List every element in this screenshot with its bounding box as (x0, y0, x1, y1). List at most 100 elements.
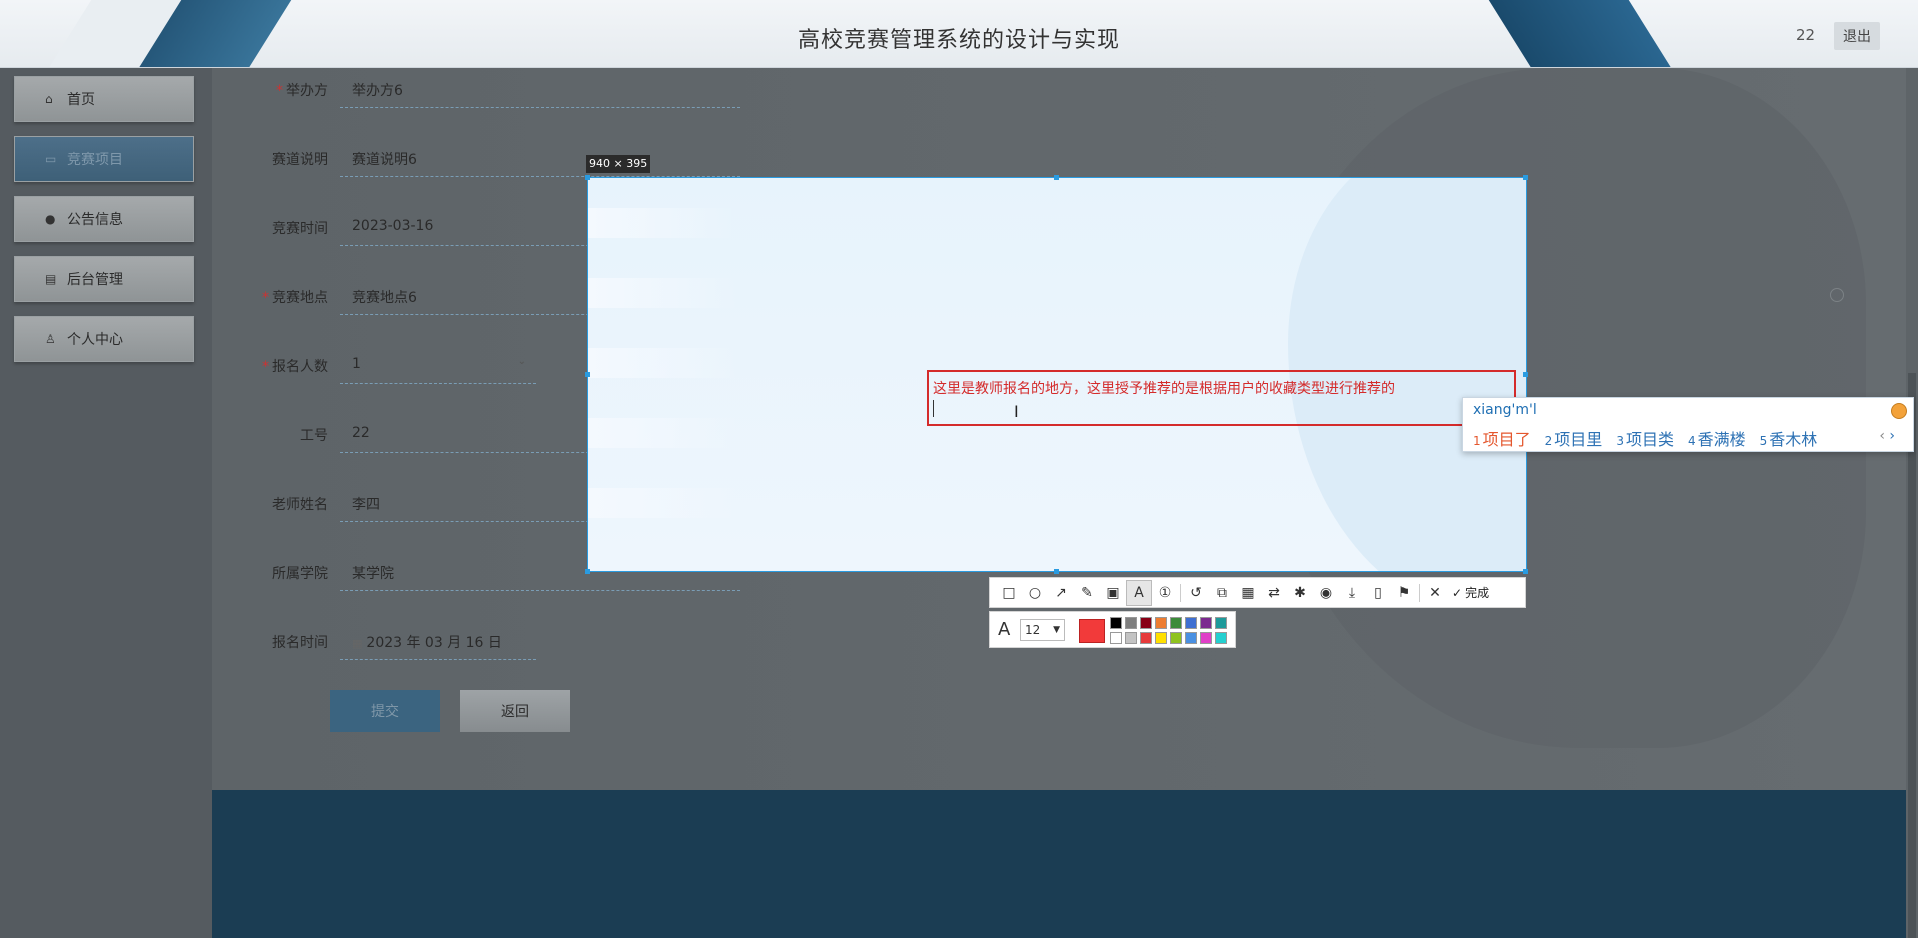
selection-size-label: 940 × 395 (586, 155, 651, 173)
ocr-icon[interactable]: ▦ (1235, 580, 1261, 606)
font-icon: A (998, 619, 1011, 640)
color-swatch[interactable] (1185, 617, 1197, 629)
resize-handle[interactable] (1523, 175, 1528, 180)
ime-candidate[interactable]: 5 香木林 (1760, 426, 1818, 450)
calendar-icon: ▦ (352, 637, 363, 650)
ime-candidate-window: xiang'm'l 1 项目了 2 项目里 3 项目类 4 香满楼 5 香木林 ‹ › (1462, 397, 1914, 452)
sidebar-item-announcements[interactable]: ● 公告信息 (14, 196, 194, 242)
field-label: 报名时间 (272, 635, 328, 651)
check-icon: ✓ (1452, 585, 1463, 600)
color-swatch[interactable] (1170, 632, 1182, 644)
color-swatch[interactable] (1110, 617, 1122, 629)
color-swatch[interactable] (1125, 632, 1137, 644)
color-swatch[interactable] (1110, 632, 1122, 644)
sidebar-item-profile[interactable]: ♙ 个人中心 (14, 316, 194, 362)
ime-candidate[interactable]: 3 项目类 (1616, 426, 1674, 450)
background-decoration (588, 418, 738, 448)
chevron-left-icon[interactable]: ‹ (1879, 428, 1885, 444)
briefcase-icon: ▭ (45, 152, 57, 166)
calendar-icon: ▤ (45, 272, 57, 286)
signup-count-select[interactable]: 1 ⌄ (340, 346, 536, 384)
date-value: 2023 年 03 月 16 日 (366, 635, 502, 651)
resize-handle[interactable] (585, 372, 590, 377)
scrollbar[interactable] (1906, 68, 1918, 938)
ibeam-cursor-icon: I (1014, 402, 1019, 421)
ime-candidate[interactable]: 2 项目里 (1545, 426, 1603, 450)
signup-time-input[interactable]: ▦ 2023 年 03 月 16 日 (340, 622, 536, 660)
sidebar-item-home[interactable]: ⌂ 首页 (14, 76, 194, 122)
ime-candidates: 1 项目了 2 项目里 3 项目类 4 香满楼 5 香木林 (1473, 426, 1817, 450)
sidebar-item-label: 后台管理 (67, 272, 123, 288)
bookmark-icon[interactable]: ⚑ (1391, 580, 1417, 606)
resize-handle[interactable] (1054, 175, 1059, 180)
color-swatch[interactable] (1140, 617, 1152, 629)
resize-handle[interactable] (1523, 569, 1528, 574)
field-label: 老师姓名 (272, 497, 328, 513)
capture-toolbar: □ ○ ↗ ✎ ▣ A ① ↺ ⧉ ▦ ⇄ ✱ ◉ ⤓ ▯ ⚑ ✕ ✓ 完成 (989, 577, 1526, 608)
ime-candidate[interactable]: 1 项目了 (1473, 426, 1531, 450)
pin-icon[interactable]: ✱ (1287, 580, 1313, 606)
scrollbar-thumb[interactable] (1908, 373, 1916, 938)
undo-icon[interactable]: ↺ (1183, 580, 1209, 606)
ime-logo-icon[interactable] (1891, 403, 1907, 419)
arrow-tool-icon[interactable]: ↗ (1048, 580, 1074, 606)
long-capture-icon[interactable]: ⧉ (1209, 580, 1235, 606)
ellipse-tool-icon[interactable]: ○ (1022, 580, 1048, 606)
translate-icon[interactable]: ⇄ (1261, 580, 1287, 606)
color-swatch[interactable] (1215, 632, 1227, 644)
color-swatch[interactable] (1170, 617, 1182, 629)
color-palette (1110, 617, 1227, 644)
sidebar-item-label: 首页 (67, 92, 95, 108)
clear-icon[interactable] (1830, 288, 1844, 302)
top-header: 高校竞赛管理系统的设计与实现 22 退出 (0, 0, 1918, 68)
logout-button[interactable]: 退出 (1834, 22, 1880, 50)
color-swatch[interactable] (1155, 617, 1167, 629)
sidebar-item-admin[interactable]: ▤ 后台管理 (14, 256, 194, 302)
color-swatch[interactable] (1215, 617, 1227, 629)
ime-composition: xiang'm'l (1473, 402, 1537, 418)
close-icon[interactable]: ✕ (1422, 580, 1448, 606)
sidebar-item-competitions[interactable]: ▭ 竞赛项目 (14, 136, 194, 182)
color-swatch[interactable] (1125, 617, 1137, 629)
resize-handle[interactable] (585, 175, 590, 180)
resize-handle[interactable] (1054, 569, 1059, 574)
phone-icon[interactable]: ▯ (1365, 580, 1391, 606)
ime-candidate[interactable]: 4 香满楼 (1688, 426, 1746, 450)
track-desc-input[interactable]: 赛道说明6 (340, 139, 740, 177)
back-button[interactable]: 返回 (460, 690, 570, 732)
record-icon[interactable]: ◉ (1313, 580, 1339, 606)
home-icon: ⌂ (45, 92, 53, 106)
mosaic-tool-icon[interactable]: ▣ (1100, 580, 1126, 606)
number-tool-icon[interactable]: ① (1152, 580, 1178, 606)
rectangle-tool-icon[interactable]: □ (996, 580, 1022, 606)
field-label: 竞赛时间 (272, 221, 328, 237)
field-label: * 举办方 (276, 83, 328, 99)
chevron-down-icon: ⌄ (517, 356, 526, 367)
resize-handle[interactable] (1523, 372, 1528, 377)
ime-page-nav[interactable]: ‹ › (1879, 428, 1895, 444)
field-label: * 竞赛地点 (262, 290, 328, 306)
font-size-select[interactable]: 12 ▼ (1020, 619, 1065, 641)
chevron-right-icon[interactable]: › (1889, 428, 1895, 444)
pen-tool-icon[interactable]: ✎ (1074, 580, 1100, 606)
chevron-down-icon: ▼ (1053, 625, 1060, 635)
background-decoration (588, 348, 738, 378)
current-color-swatch[interactable] (1079, 619, 1105, 643)
text-tool-icon[interactable]: A (1126, 579, 1152, 606)
color-swatch[interactable] (1185, 632, 1197, 644)
font-size-value: 12 (1025, 623, 1041, 637)
organizer-input[interactable]: 举办方6 (340, 70, 740, 108)
done-button[interactable]: ✓ 完成 (1452, 584, 1489, 601)
resize-handle[interactable] (585, 569, 590, 574)
color-swatch[interactable] (1155, 632, 1167, 644)
color-swatch[interactable] (1200, 617, 1212, 629)
sidebar-item-label: 竞赛项目 (67, 152, 123, 168)
sidebar: ⌂ 首页 ▭ 竞赛项目 ● 公告信息 ▤ 后台管理 ♙ 个人中心 (0, 68, 212, 938)
text-style-bar: A 12 ▼ (989, 611, 1236, 648)
color-swatch[interactable] (1200, 632, 1212, 644)
color-swatch[interactable] (1140, 632, 1152, 644)
background-decoration (588, 278, 738, 308)
toolbar-divider (1419, 583, 1420, 602)
download-icon[interactable]: ⤓ (1339, 580, 1365, 606)
submit-button[interactable]: 提交 (330, 690, 440, 732)
